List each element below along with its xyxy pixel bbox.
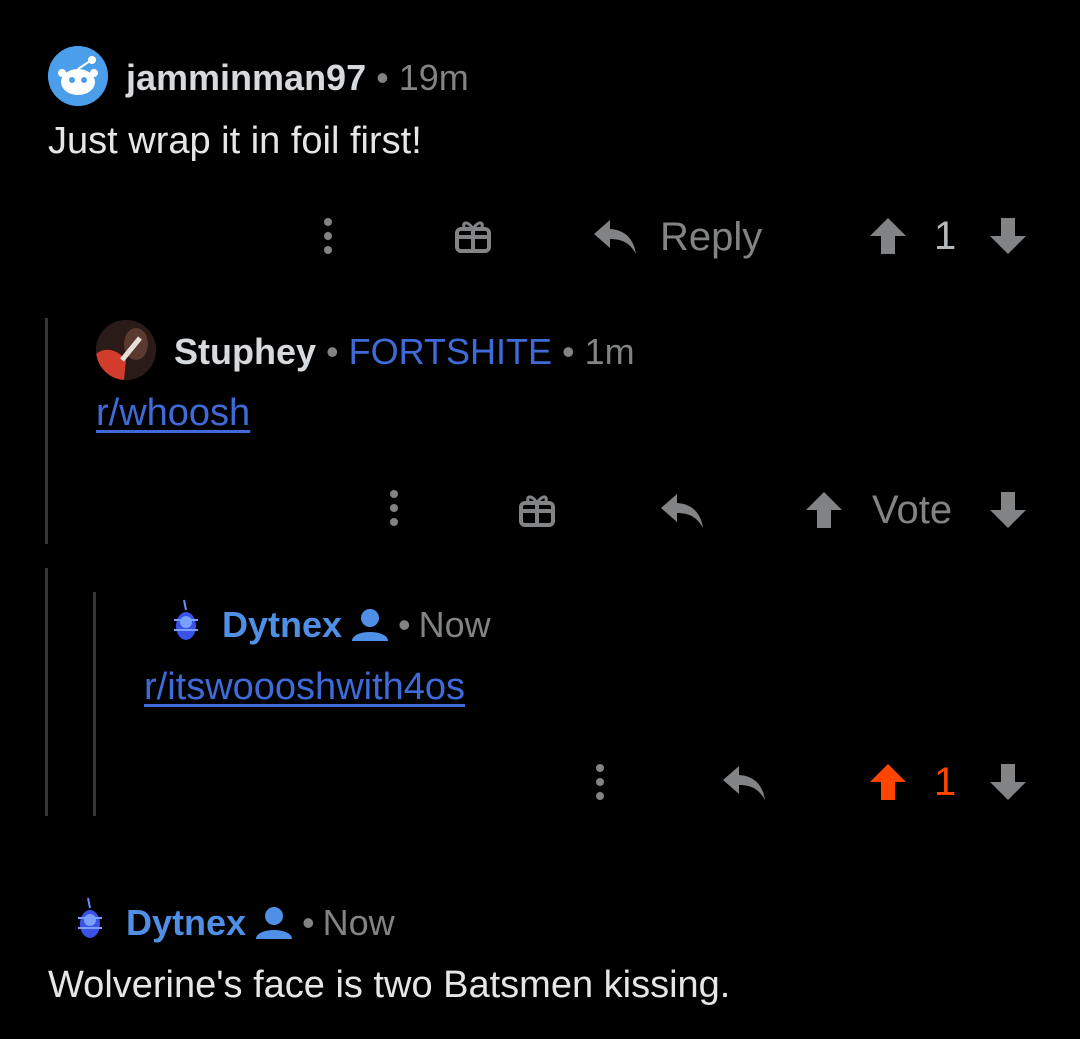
comment-body: Wolverine's face is two Batsmen kissing. (48, 964, 731, 1006)
reply-button[interactable] (716, 758, 772, 808)
separator: • (302, 902, 315, 943)
more-vertical-icon (324, 218, 332, 254)
upvote-button[interactable] (864, 212, 912, 260)
separator: • (562, 331, 575, 372)
comment-header: jamminman97 • 19m (126, 57, 469, 99)
timestamp: 19m (398, 57, 469, 98)
reply-label: Reply (660, 214, 763, 259)
more-vertical-icon (390, 490, 398, 526)
user-flair: FORTSHITE (348, 331, 552, 372)
timestamp: Now (418, 604, 491, 645)
more-options-button[interactable] (372, 484, 416, 532)
comment-header: Stuphey • FORTSHITE • 1m (174, 331, 635, 373)
thread-line[interactable] (45, 318, 48, 544)
more-options-button[interactable] (578, 758, 622, 806)
gift-icon (519, 495, 555, 527)
comment-header: Dytnex • Now (222, 604, 491, 646)
downvote-button[interactable] (984, 486, 1032, 534)
reply-arrow-icon (723, 766, 765, 800)
downvote-button[interactable] (984, 212, 1032, 260)
more-options-button[interactable] (306, 212, 350, 260)
upvote-arrow-icon (870, 764, 906, 800)
separator: • (376, 57, 389, 98)
user-avatar-icon (96, 320, 156, 380)
downvote-arrow-icon (990, 218, 1026, 254)
op-user-icon (256, 907, 293, 939)
author-name[interactable]: Dytnex (222, 604, 342, 646)
reply-arrow-icon (661, 494, 703, 528)
timestamp: Now (322, 902, 395, 943)
vote-label: Vote (872, 488, 953, 532)
reply-arrow-icon (594, 220, 636, 254)
reply-button[interactable]: Reply (592, 212, 782, 262)
comment-header: Dytnex • Now (126, 902, 395, 944)
vote-score: 1 (934, 760, 957, 804)
thread-line[interactable] (93, 592, 96, 816)
subreddit-link[interactable]: r/itswoooshwith4os (144, 666, 465, 709)
downvote-arrow-icon (990, 492, 1026, 528)
author-name[interactable]: Stuphey (174, 331, 316, 372)
thread-line[interactable] (45, 568, 48, 816)
give-award-button[interactable] (448, 210, 498, 260)
op-user-icon (352, 609, 389, 641)
gift-icon (455, 221, 491, 253)
bug-avatar-icon (174, 599, 198, 640)
subreddit-link[interactable]: r/whoosh (96, 392, 250, 435)
snoo-icon (48, 46, 108, 106)
vote-score: 1 (934, 214, 957, 258)
separator: • (326, 331, 339, 372)
bug-avatar-icon (78, 897, 102, 938)
more-vertical-icon (596, 764, 604, 800)
avatar[interactable] (170, 598, 202, 646)
reply-button[interactable] (654, 486, 710, 536)
comment-body: Just wrap it in foil first! (48, 120, 422, 162)
avatar[interactable] (48, 46, 108, 106)
upvote-button[interactable] (800, 486, 848, 534)
upvote-button-active[interactable] (864, 758, 912, 806)
downvote-arrow-icon (990, 764, 1026, 800)
timestamp: 1m (584, 331, 635, 372)
author-name[interactable]: jamminman97 (126, 57, 366, 98)
upvote-arrow-icon (870, 218, 906, 254)
avatar[interactable] (74, 896, 106, 944)
give-award-button[interactable] (512, 484, 562, 534)
upvote-arrow-icon (806, 492, 842, 528)
downvote-button[interactable] (984, 758, 1032, 806)
author-name[interactable]: Dytnex (126, 902, 246, 944)
avatar[interactable] (96, 320, 156, 380)
separator: • (398, 604, 411, 645)
